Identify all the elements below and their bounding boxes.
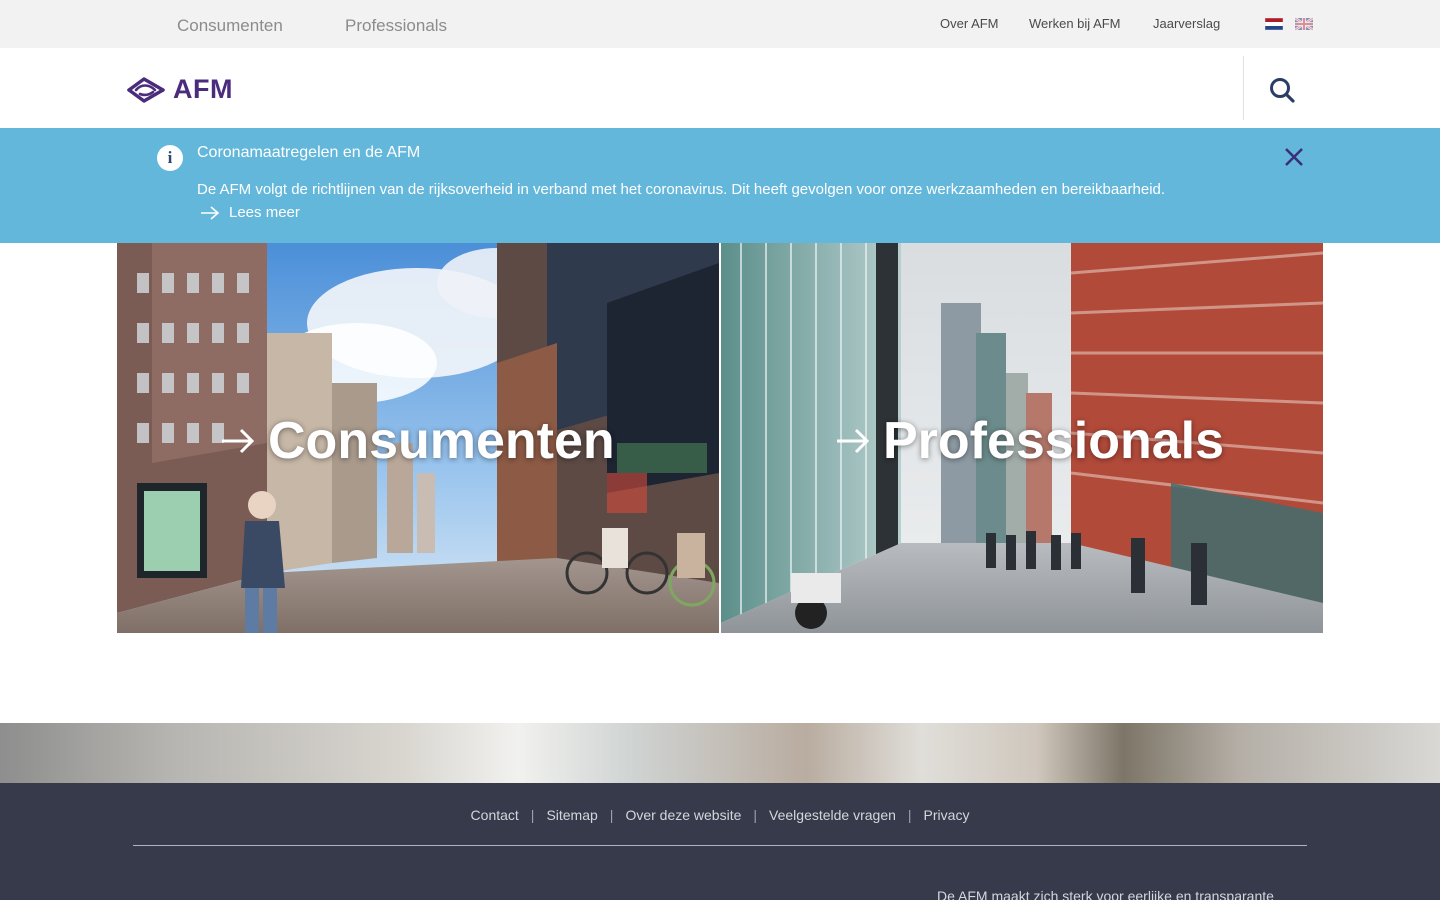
site-header: AFM [0, 48, 1440, 128]
footer-separator: | [609, 807, 614, 823]
uk-flag-icon[interactable] [1295, 18, 1313, 30]
notice-body: De AFM volgt de richtlijnen van de rijks… [197, 181, 1166, 198]
consumenten-tile[interactable]: Consumenten [117, 243, 719, 633]
afm-logo[interactable]: AFM [127, 74, 233, 105]
footer-separator: | [530, 807, 535, 823]
footer-links: Contact | Sitemap | Over deze website | … [0, 807, 1440, 823]
arrow-right-icon [222, 428, 255, 454]
professionals-tile-label[interactable]: Professionals [835, 411, 1224, 471]
close-icon[interactable] [1283, 146, 1305, 168]
footer-divider [133, 845, 1307, 846]
werken-bij-afm-link[interactable]: Werken bij AFM [1029, 16, 1121, 31]
footer-link-veelgestelde-vragen[interactable]: Veelgestelde vragen [769, 807, 896, 823]
audience-link-professionals[interactable]: Professionals [345, 16, 447, 36]
footer-link-privacy[interactable]: Privacy [924, 807, 970, 823]
arrow-right-icon [837, 428, 870, 454]
search-icon[interactable] [1268, 76, 1296, 104]
notice-title: Coronamaatregelen en de AFM [197, 144, 421, 161]
over-afm-link[interactable]: Over AFM [940, 16, 999, 31]
consumenten-tile-text: Consumenten [268, 412, 615, 470]
footer-link-contact[interactable]: Contact [471, 807, 519, 823]
jaarverslag-link[interactable]: Jaarverslag [1153, 16, 1220, 31]
footer-separator: | [753, 807, 758, 823]
site-footer: Contact | Sitemap | Over deze website | … [0, 783, 1440, 900]
afm-logo-mark-icon [127, 76, 165, 103]
footer-link-sitemap[interactable]: Sitemap [546, 807, 597, 823]
footer-tagline: De AFM maakt zich sterk voor eerlijke en… [937, 888, 1274, 900]
professionals-tile-text: Professionals [883, 412, 1225, 470]
info-icon: i [157, 145, 183, 171]
top-utility-bar: Consumenten Professionals Over AFM Werke… [0, 0, 1440, 48]
footer-link-over-deze-website[interactable]: Over deze website [625, 807, 741, 823]
logo-text: AFM [173, 74, 233, 104]
header-divider [1243, 56, 1244, 120]
lees-meer-link[interactable]: Lees meer [200, 204, 300, 221]
audience-link-consumenten[interactable]: Consumenten [177, 16, 283, 36]
footer-separator: | [907, 807, 912, 823]
consumenten-tile-label[interactable]: Consumenten [220, 411, 615, 471]
decorative-blurred-band [0, 723, 1440, 783]
nl-flag-icon[interactable] [1265, 18, 1283, 30]
professionals-tile[interactable]: Professionals [721, 243, 1323, 633]
arrow-right-icon [201, 205, 220, 220]
lees-meer-label: Lees meer [229, 204, 300, 221]
